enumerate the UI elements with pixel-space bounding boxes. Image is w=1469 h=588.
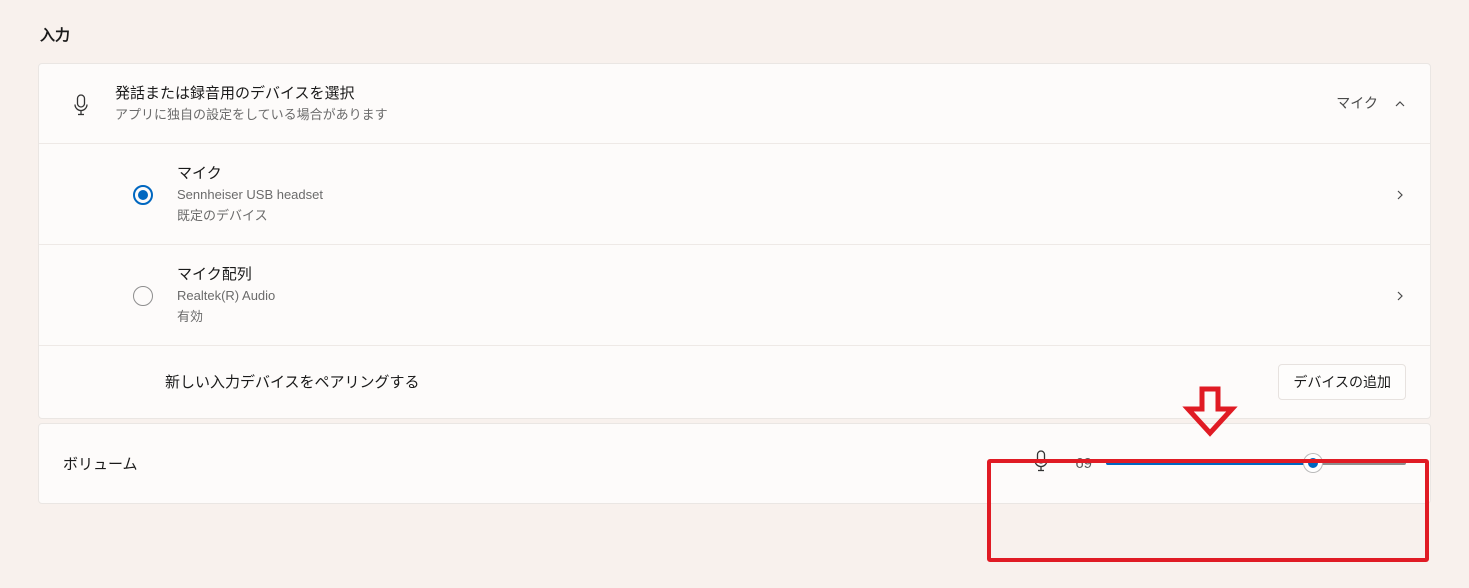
device-status: 有効 — [177, 307, 1394, 327]
radio-selected-icon[interactable] — [133, 185, 153, 205]
device-row-1[interactable]: マイク配列 Realtek(R) Audio 有効 — [39, 244, 1430, 345]
chevron-up-icon — [1394, 97, 1406, 109]
pair-device-label: 新しい入力デバイスをペアリングする — [165, 371, 1278, 392]
volume-card: ボリューム 69 — [38, 423, 1431, 504]
device-detail: Realtek(R) Audio — [177, 286, 1394, 306]
input-device-subtitle: アプリに独自の設定をしている場合があります — [115, 105, 1336, 125]
volume-slider[interactable] — [1106, 461, 1406, 465]
add-device-button[interactable]: デバイスの追加 — [1278, 364, 1406, 400]
chevron-right-icon[interactable] — [1394, 289, 1406, 301]
input-device-header-row[interactable]: 発話または録音用のデバイスを選択 アプリに独自の設定をしている場合があります マ… — [39, 64, 1430, 143]
device-name: マイク配列 — [177, 263, 1394, 284]
microphone-icon[interactable] — [1032, 450, 1050, 477]
radio-unselected-icon[interactable] — [133, 286, 153, 306]
volume-row: ボリューム 69 — [39, 424, 1430, 503]
current-device-label: マイク — [1336, 93, 1378, 113]
volume-value: 69 — [1064, 455, 1092, 472]
device-status: 既定のデバイス — [177, 206, 1394, 226]
chevron-right-icon[interactable] — [1394, 188, 1406, 200]
input-devices-card: 発話または録音用のデバイスを選択 アプリに独自の設定をしている場合があります マ… — [38, 63, 1431, 419]
section-heading-input: 入力 — [40, 24, 1431, 45]
pair-device-row: 新しい入力デバイスをペアリングする デバイスの追加 — [39, 345, 1430, 418]
microphone-icon — [63, 90, 99, 116]
input-device-title: 発話または録音用のデバイスを選択 — [115, 82, 1336, 103]
device-name: マイク — [177, 162, 1394, 183]
device-detail: Sennheiser USB headset — [177, 185, 1394, 205]
device-row-0[interactable]: マイク Sennheiser USB headset 既定のデバイス — [39, 143, 1430, 244]
volume-label: ボリューム — [63, 453, 1032, 474]
